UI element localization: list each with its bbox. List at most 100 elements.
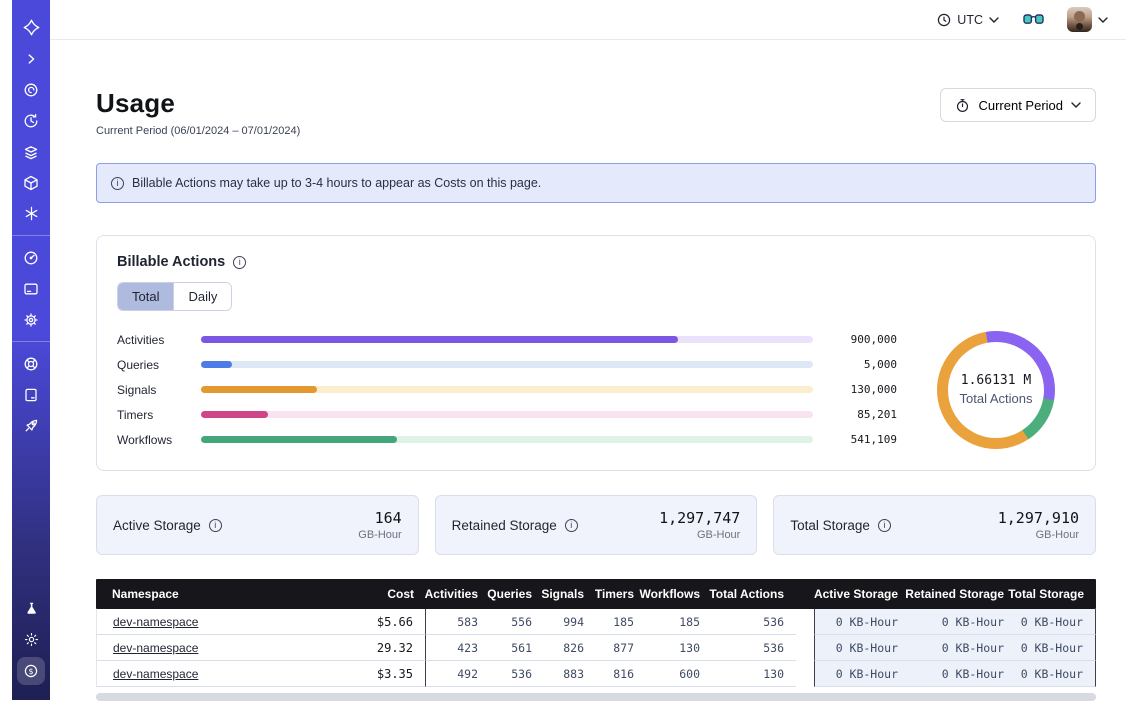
queries-cell: 556 <box>490 609 544 635</box>
bar-value: 130,000 <box>825 383 897 396</box>
bar-fill <box>201 336 678 343</box>
info-icon[interactable] <box>209 519 222 532</box>
top-header: UTC <box>50 0 1126 40</box>
namespace-link[interactable]: dev-namespace <box>113 615 198 629</box>
svg-text:$: $ <box>28 666 33 675</box>
rocket-icon[interactable] <box>17 412 45 440</box>
retained-storage-cell: 0 KB-Hour <box>910 609 1016 635</box>
queries-cell: 536 <box>490 661 544 687</box>
total-storage-card: Total Storage 1,297,910 GB-Hour <box>773 495 1096 555</box>
avatar <box>1067 7 1092 32</box>
lifebuoy-icon[interactable] <box>17 350 45 378</box>
signals-cell: 994 <box>544 609 596 635</box>
queries-cell: 561 <box>490 635 544 661</box>
period-dropdown-button[interactable]: Current Period <box>940 88 1096 122</box>
table-header-row: Namespace Cost Activities Queries Signal… <box>96 579 1096 609</box>
sun-icon[interactable] <box>17 626 45 654</box>
column-header: Namespace <box>96 579 360 609</box>
stat-value: 1,297,910 <box>998 509 1079 527</box>
bar-row-signals: Signals 130,000 <box>117 377 897 402</box>
retained-storage-cell: 0 KB-Hour <box>910 635 1016 661</box>
bar-fill <box>201 386 317 393</box>
page-title: Usage <box>96 88 300 119</box>
table-row: dev-namespace $3.35 492 536 883 816 600 … <box>96 661 1096 687</box>
info-icon[interactable] <box>233 256 246 269</box>
account-menu[interactable] <box>1067 7 1108 32</box>
asterisk-icon[interactable] <box>17 200 45 228</box>
chevron-down-icon <box>989 17 999 23</box>
notebook-icon[interactable] <box>17 381 45 409</box>
signals-cell: 883 <box>544 661 596 687</box>
billable-actions-chart: Activities 900,000 Queries 5,000 Signals… <box>117 327 1075 452</box>
info-icon <box>111 177 124 190</box>
window-icon[interactable] <box>17 275 45 303</box>
active-storage-cell: 0 KB-Hour <box>814 609 910 635</box>
workflows-cell: 185 <box>646 609 712 635</box>
bar-track <box>201 411 813 418</box>
info-icon[interactable] <box>565 519 578 532</box>
total-actions-cell: 536 <box>712 609 796 635</box>
column-header: Queries <box>490 579 544 609</box>
namespace-link[interactable]: dev-namespace <box>113 667 198 681</box>
stat-unit: GB-Hour <box>659 529 740 541</box>
total-storage-cell: 0 KB-Hour <box>1016 635 1096 661</box>
stat-value: 1,297,747 <box>659 509 740 527</box>
cube-icon[interactable] <box>17 169 45 197</box>
history-icon[interactable] <box>17 107 45 135</box>
cost-cell: $5.66 <box>360 609 426 635</box>
timers-cell: 185 <box>596 609 646 635</box>
timezone-selector[interactable]: UTC <box>937 13 999 27</box>
column-header: Timers <box>596 579 646 609</box>
active-storage-card: Active Storage 164 GB-Hour <box>96 495 419 555</box>
total-storage-cell: 0 KB-Hour <box>1016 661 1096 687</box>
temporal-logo-icon[interactable] <box>17 14 45 42</box>
page-subtitle: Current Period (06/01/2024 – 07/01/2024) <box>96 125 300 137</box>
bar-label: Queries <box>117 358 189 372</box>
active-storage-cell: 0 KB-Hour <box>814 661 910 687</box>
bar-label: Signals <box>117 383 189 397</box>
billable-actions-card: Billable Actions Total Daily Activities … <box>96 235 1096 471</box>
workflows-cell: 130 <box>646 635 712 661</box>
column-header: Retained Storage <box>910 579 1016 609</box>
bar-track <box>201 361 813 368</box>
stat-unit: GB-Hour <box>358 529 401 541</box>
chevron-right-icon[interactable] <box>17 45 45 73</box>
column-spacer <box>796 579 814 609</box>
flask-icon[interactable] <box>17 595 45 623</box>
period-button-label: Current Period <box>978 98 1063 113</box>
donut-total-label: Total Actions <box>960 391 1033 406</box>
gear-icon[interactable] <box>17 306 45 334</box>
gauge-icon[interactable] <box>17 244 45 272</box>
bar-row-queries: Queries 5,000 <box>117 352 897 377</box>
layers-icon[interactable] <box>17 138 45 166</box>
swirl-icon[interactable] <box>17 76 45 104</box>
glasses-icon[interactable] <box>1021 8 1045 32</box>
column-header: Total Storage <box>1016 579 1096 609</box>
tab-daily[interactable]: Daily <box>173 283 231 310</box>
retained-storage-cell: 0 KB-Hour <box>910 661 1016 687</box>
bar-label: Timers <box>117 408 189 422</box>
info-banner: Billable Actions may take up to 3-4 hour… <box>96 163 1096 203</box>
stat-value: 164 <box>358 509 401 527</box>
column-header: Signals <box>544 579 596 609</box>
bar-value: 900,000 <box>825 333 897 346</box>
bar-fill <box>201 361 232 368</box>
total-actions-cell: 130 <box>712 661 796 687</box>
active-storage-cell: 0 KB-Hour <box>814 635 910 661</box>
workflows-cell: 600 <box>646 661 712 687</box>
info-icon[interactable] <box>878 519 891 532</box>
dollar-coin-icon[interactable]: $ <box>17 657 45 685</box>
activities-cell: 492 <box>426 661 490 687</box>
bar-track <box>201 336 813 343</box>
retained-storage-card: Retained Storage 1,297,747 GB-Hour <box>435 495 758 555</box>
stat-unit: GB-Hour <box>998 529 1079 541</box>
main-content: Usage Current Period (06/01/2024 – 07/01… <box>50 40 1126 700</box>
cost-cell: 29.32 <box>360 635 426 661</box>
tab-total[interactable]: Total <box>118 283 173 310</box>
bar-value: 541,109 <box>825 433 897 446</box>
namespace-link[interactable]: dev-namespace <box>113 641 198 655</box>
bar-value: 85,201 <box>825 408 897 421</box>
banner-text: Billable Actions may take up to 3-4 hour… <box>132 176 541 190</box>
activities-cell: 583 <box>426 609 490 635</box>
activities-cell: 423 <box>426 635 490 661</box>
